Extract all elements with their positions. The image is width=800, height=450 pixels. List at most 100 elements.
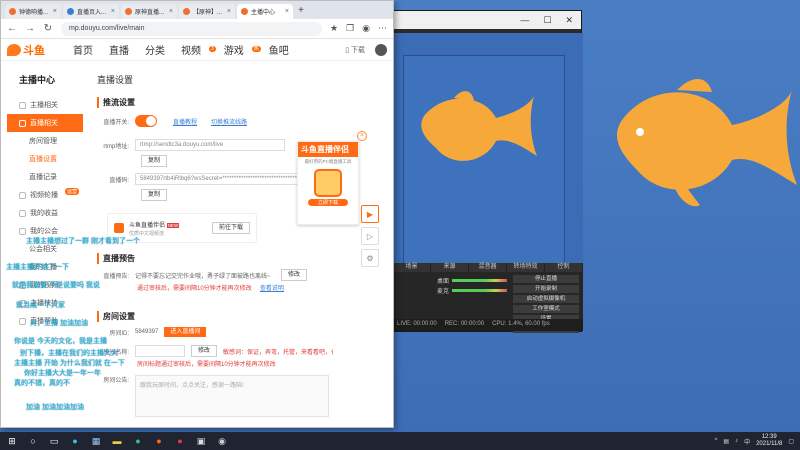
douyu-favicon-icon [241, 8, 248, 15]
music-app-icon[interactable]: ● [132, 435, 144, 447]
tutorial-link[interactable]: 直播教程 [173, 117, 197, 126]
task-view-icon[interactable]: ▭ [48, 435, 60, 447]
start-recording-button[interactable]: 开始录制 [513, 285, 579, 293]
nav-live[interactable]: 直播 [109, 42, 129, 57]
profile-icon[interactable]: ◉ [362, 23, 370, 34]
edge-icon[interactable]: ● [69, 435, 81, 447]
mixer-channel[interactable]: 麦克 [437, 285, 507, 295]
sidebar-item-income[interactable]: 我的收益 [7, 204, 83, 222]
guild-icon [19, 227, 26, 235]
room-name-field[interactable] [135, 345, 185, 357]
sidebar-item-live-records[interactable]: 直播记录 [7, 168, 83, 186]
stop-streaming-button[interactable]: 停止直播 [513, 275, 579, 283]
view-explain-link[interactable]: 查看说明 [260, 286, 284, 292]
download-label: 下载 [351, 46, 365, 54]
panel-sources: 来源 [431, 263, 469, 272]
enter-room-button[interactable]: 进入直播间 [164, 327, 207, 337]
header-right: ▯ 下载 [345, 43, 387, 56]
notification-icon[interactable]: ▢ [788, 438, 794, 445]
browser-tab[interactable]: 钟德响播... × [5, 4, 61, 19]
switch-line-link[interactable]: 切换推流线路 [211, 117, 247, 126]
virtual-camera-button[interactable]: 启动虚拟摄像机 [513, 295, 579, 303]
wallet-icon [19, 209, 26, 217]
nav-category[interactable]: 分类 [145, 42, 165, 57]
app-icon[interactable]: ⚙ [361, 249, 379, 267]
help-icon [19, 317, 26, 325]
browser-tab[interactable]: 【原神】... × [179, 4, 235, 19]
ad-close-icon[interactable]: × [357, 131, 367, 141]
mixer-channel-name: 麦克 [437, 288, 450, 295]
sidebar-item-video-loop[interactable]: 视频轮播 运营 [7, 186, 83, 204]
room-notice-row: 房间公告: 跟我玩原时间，点点关注，感谢一路陪! [97, 375, 329, 417]
live-toggle[interactable] [135, 115, 157, 127]
overlay-chat-line: 主播主播想过了一群 刚才看到了一个 [26, 238, 140, 245]
room-id-value: 5849397 [135, 329, 159, 335]
forward-icon[interactable]: → [25, 23, 35, 34]
play-icon[interactable]: ▶ [361, 205, 379, 223]
new-tab-icon[interactable]: + [295, 5, 307, 17]
chevron-up-icon[interactable]: ^ [715, 438, 718, 444]
back-icon[interactable]: ← [7, 23, 17, 34]
obs-icon[interactable]: ◉ [216, 435, 228, 447]
sidebar-item-live-settings[interactable]: 直播设置 [7, 150, 83, 168]
promo-download-button[interactable]: 前往下载 [211, 222, 250, 234]
edit-room-name-button[interactable]: 修改 [191, 345, 218, 357]
browser-tab[interactable]: 直播页入... × [63, 4, 119, 19]
nav-badge: 热 [251, 46, 261, 52]
star-icon[interactable]: ★ [330, 23, 338, 34]
tab-title: 直播页入... [77, 10, 107, 16]
close-icon[interactable]: × [285, 8, 289, 15]
obs-window[interactable]: — ☐ ✕ 场景 来源 混音器 转场特效 控制 桌面 麦克 停止直播 开始录制 … [392, 10, 583, 333]
minimize-icon[interactable]: — [520, 15, 529, 25]
studio-mode-button[interactable]: 工作室模式 [513, 305, 579, 313]
maximize-icon[interactable]: ☐ [543, 15, 551, 26]
page-favicon-icon [67, 8, 74, 15]
sidebar-item-anchor[interactable]: 主播相关 [7, 96, 83, 114]
close-icon[interactable]: ✕ [565, 15, 573, 26]
store-icon[interactable]: ▦ [90, 435, 102, 447]
companion-float-ad[interactable]: 斗鱼直播伴侣 最好用的PC端直播工具 立即下载 [297, 141, 359, 225]
image-app-icon[interactable]: ▣ [195, 435, 207, 447]
copy-code-button[interactable]: 复制 [141, 189, 168, 201]
input-method-icon[interactable]: 中 [744, 437, 750, 446]
download-link[interactable]: ▯ 下载 [345, 45, 365, 55]
douyu-logo[interactable]: 斗鱼 [7, 42, 63, 58]
windows-start-icon[interactable]: ⊞ [6, 435, 18, 447]
browser-tab-active[interactable]: 主播中心 × [237, 4, 293, 19]
avatar[interactable] [375, 43, 387, 56]
copy-rtmp-button[interactable]: 复制 [141, 155, 168, 167]
room-notice-textarea[interactable]: 跟我玩原时间，点点关注，感谢一路陪! [135, 375, 329, 417]
sidebar-item-live[interactable]: 直播相关 [7, 114, 83, 132]
ad-download-button[interactable]: 立即下载 [308, 199, 348, 206]
more-icon[interactable]: ⋯ [378, 23, 387, 34]
search-icon[interactable]: ○ [27, 435, 39, 447]
close-icon[interactable]: × [227, 8, 231, 15]
close-icon[interactable]: × [169, 8, 173, 15]
rtmp-field[interactable]: rtmp://sendtc3a.douyu.com/live [135, 139, 285, 151]
video-icon[interactable]: ▷ [361, 227, 379, 245]
nav-fishbar[interactable]: 鱼吧 [269, 42, 289, 57]
browser-tab[interactable]: 原神直播... × [121, 4, 177, 19]
mixer-channel[interactable]: 桌面 [437, 275, 507, 285]
url-input[interactable]: mp.douyu.com/live/main [61, 21, 322, 36]
explorer-icon[interactable]: ▬ [111, 435, 123, 447]
clock[interactable]: 12:39 2021/11/8 [756, 434, 782, 448]
douyu-app-icon[interactable]: ● [153, 435, 165, 447]
taskbar: ⊞ ○ ▭ ● ▦ ▬ ● ● ● ▣ ◉ ^ ▤ ♪ 中 12:39 2021… [0, 432, 800, 450]
field-label: 直播码: [109, 177, 129, 184]
volume-icon[interactable]: ♪ [735, 438, 738, 444]
collections-icon[interactable]: ❐ [346, 23, 354, 34]
sidebar-item-room-manage[interactable]: 房间管理 [7, 132, 83, 150]
obs-preview[interactable] [393, 33, 583, 265]
edit-preview-button[interactable]: 修改 [281, 269, 308, 281]
nav-video[interactable]: 视频 3 [181, 42, 216, 57]
close-icon[interactable]: × [53, 8, 57, 15]
network-icon[interactable]: ▤ [723, 438, 729, 445]
nav-game[interactable]: 游戏 热 [224, 42, 261, 57]
close-icon[interactable]: × [111, 8, 115, 15]
obs-docks: 场景 来源 混音器 转场特效 控制 桌面 麦克 停止直播 开始录制 启动虚拟摄像… [393, 263, 583, 333]
red-app-icon[interactable]: ● [174, 435, 186, 447]
reload-icon[interactable]: ↻ [43, 23, 53, 34]
tab-title: 钟德响播... [19, 10, 49, 16]
nav-home[interactable]: 首页 [73, 42, 93, 57]
